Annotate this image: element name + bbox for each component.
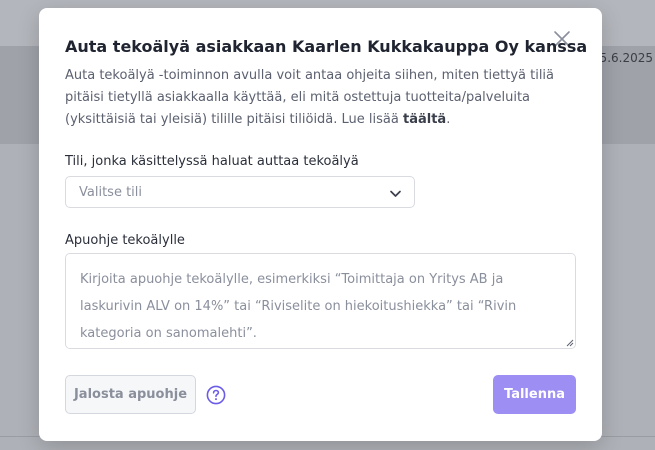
- account-select-placeholder: Valitse tili: [79, 185, 143, 200]
- resize-handle-icon[interactable]: [565, 338, 574, 347]
- description-end: .: [446, 112, 451, 127]
- account-label: Tili, jonka käsittelyssä haluat auttaa t…: [65, 154, 359, 169]
- instruction-textarea[interactable]: [65, 253, 576, 349]
- ai-help-dialog: Auta tekoälyä asiakkaan Kaarlen Kukkakau…: [39, 8, 602, 441]
- dialog-description: Auta tekoälyä -toiminnon avulla voit ant…: [65, 65, 565, 131]
- description-text: Auta tekoälyä -toiminnon avulla voit ant…: [65, 68, 555, 127]
- dialog-title: Auta tekoälyä asiakkaan Kaarlen Kukkakau…: [65, 37, 588, 56]
- instruction-label: Apuohje tekoälylle: [65, 233, 185, 248]
- account-select[interactable]: Valitse tili: [65, 176, 415, 208]
- save-button[interactable]: Tallenna: [493, 375, 576, 414]
- refine-instruction-button[interactable]: Jalosta apuohje: [65, 375, 196, 414]
- chevron-down-icon: [390, 190, 401, 197]
- read-more-link[interactable]: täältä: [403, 112, 446, 127]
- question-circle-icon[interactable]: [206, 385, 226, 405]
